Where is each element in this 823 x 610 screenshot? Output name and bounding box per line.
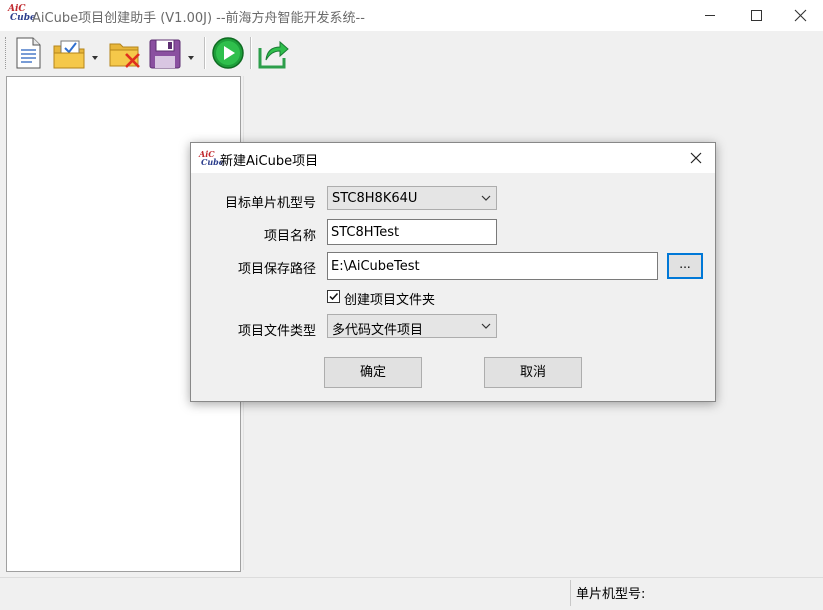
save-path-field[interactable] bbox=[327, 252, 658, 280]
project-name-label: 项目名称 bbox=[263, 229, 316, 244]
chevron-down-icon bbox=[481, 323, 491, 329]
maximize-icon bbox=[751, 10, 762, 21]
dialog-logo-line2: Cube bbox=[201, 157, 224, 167]
dialog-close-button[interactable] bbox=[685, 147, 707, 169]
title-bar: AiC Cube AiCube项目创建助手 (V1.00J) --前海方舟智能开… bbox=[0, 0, 823, 31]
cancel-button[interactable]: 取消 bbox=[484, 357, 582, 388]
minimize-icon bbox=[705, 15, 715, 16]
minimize-button[interactable] bbox=[687, 0, 733, 31]
close-project-button[interactable] bbox=[108, 36, 140, 70]
mcu-select[interactable]: STC8H8K64U bbox=[327, 186, 497, 210]
app-logo: AiC Cube bbox=[8, 5, 36, 25]
checkmark-icon bbox=[329, 292, 339, 301]
status-bar: 单片机型号: bbox=[0, 577, 823, 610]
create-folder-label[interactable]: 创建项目文件夹 bbox=[344, 289, 435, 308]
file-type-select-value: 多代码文件项目 bbox=[332, 323, 424, 338]
toolbar-separator bbox=[204, 37, 206, 69]
project-name-input[interactable] bbox=[328, 220, 496, 244]
save-project-button[interactable] bbox=[148, 36, 198, 70]
close-icon bbox=[690, 152, 702, 164]
status-mcu-label: 单片机型号: bbox=[576, 587, 646, 602]
toolbar bbox=[0, 31, 823, 75]
file-type-label: 项目文件类型 bbox=[237, 324, 316, 339]
save-path-input[interactable] bbox=[328, 253, 657, 279]
window-title: AiCube项目创建助手 (V1.00J) --前海方舟智能开发系统-- bbox=[32, 11, 365, 26]
run-button[interactable] bbox=[211, 36, 244, 70]
export-icon bbox=[258, 40, 289, 69]
mcu-select-value: STC8H8K64U bbox=[332, 191, 418, 206]
open-project-icon bbox=[53, 40, 98, 69]
maximize-button[interactable] bbox=[733, 0, 779, 31]
run-icon bbox=[212, 37, 244, 69]
file-type-select[interactable]: 多代码文件项目 bbox=[327, 314, 497, 338]
app-logo-line2: Cube bbox=[10, 13, 36, 23]
close-icon bbox=[794, 9, 807, 22]
dialog-title: 新建AiCube项目 bbox=[220, 154, 319, 169]
open-project-button[interactable] bbox=[52, 36, 100, 70]
save-path-label: 项目保存路径 bbox=[237, 262, 316, 277]
new-project-dialog: AiC Cube 新建AiCube项目 目标单片机型号 STC8H8K64U 项… bbox=[190, 142, 716, 402]
toolbar-grip bbox=[5, 37, 9, 69]
browse-button[interactable]: ... bbox=[667, 253, 703, 279]
status-separator bbox=[570, 580, 571, 606]
export-button[interactable] bbox=[257, 36, 289, 70]
close-project-icon bbox=[109, 43, 140, 68]
toolbar-separator bbox=[250, 37, 252, 69]
dialog-title-bar: AiC Cube 新建AiCube项目 bbox=[191, 143, 715, 173]
ok-button[interactable]: 确定 bbox=[324, 357, 422, 388]
new-project-icon bbox=[16, 37, 41, 69]
new-project-button[interactable] bbox=[12, 36, 44, 70]
chevron-down-icon bbox=[481, 195, 491, 201]
mcu-label: 目标单片机型号 bbox=[224, 196, 316, 211]
project-name-field[interactable] bbox=[327, 219, 497, 245]
close-window-button[interactable] bbox=[777, 0, 823, 31]
dialog-logo: AiC Cube bbox=[199, 150, 224, 168]
save-project-icon bbox=[149, 39, 194, 69]
create-folder-checkbox[interactable] bbox=[327, 290, 340, 303]
